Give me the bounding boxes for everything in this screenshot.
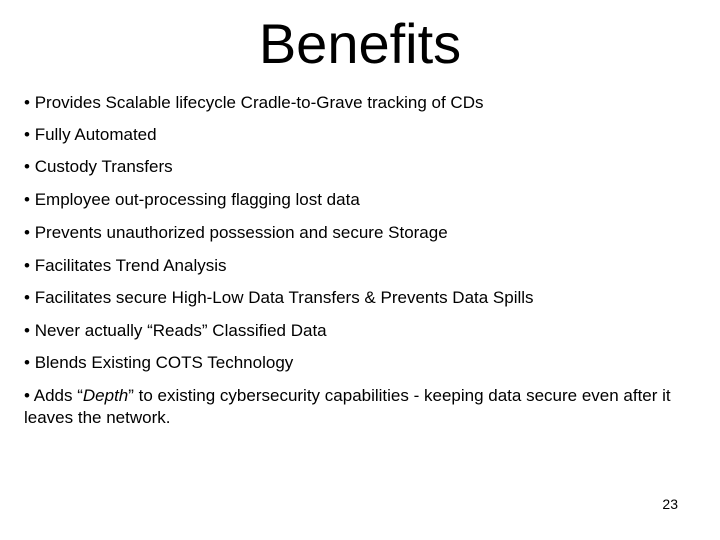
slide-title: Benefits (258, 12, 462, 75)
bullet-item: • Blends Existing COTS Technology (24, 352, 694, 374)
bullet-item: • Employee out-processing flagging lost … (24, 189, 694, 211)
bullet-text: Custody Transfers (34, 157, 173, 176)
bullet-dot-icon: • (24, 321, 30, 340)
bullet-item: • Fully Automated (24, 124, 694, 146)
bullet-item: • Provides Scalable lifecycle Cradle-to-… (24, 92, 694, 114)
bullet-dot-icon: • (24, 288, 30, 307)
bullet-item: • Adds “Depth” to existing cybersecurity… (24, 385, 694, 429)
bullet-item: • Custody Transfers (24, 156, 694, 178)
bullet-text: Facilitates secure High-Low Data Transfe… (34, 288, 534, 307)
bullet-dot-icon: • (24, 386, 30, 405)
bullet-dot-icon: • (24, 190, 30, 209)
bullet-item: • Prevents unauthorized possession and s… (24, 222, 694, 244)
bullet-dot-icon: • (24, 125, 30, 144)
bullet-text: Facilitates Trend Analysis (34, 256, 227, 275)
bullet-item: • Never actually “Reads” Classified Data (24, 320, 694, 342)
bullet-text: Never actually “Reads” Classified Data (34, 321, 327, 340)
bullet-text-emphasis: Depth (82, 386, 129, 405)
bullet-dot-icon: • (24, 353, 30, 372)
bullet-text: Employee out-processing flagging lost da… (34, 190, 360, 209)
page-number: 23 (662, 496, 678, 512)
bullet-dot-icon: • (24, 93, 30, 112)
bullet-item: • Facilitates Trend Analysis (24, 255, 694, 277)
bullet-dot-icon: • (24, 157, 30, 176)
bullet-dot-icon: • (24, 256, 30, 275)
bullet-dot-icon: • (24, 223, 30, 242)
bullet-text-prefix: Adds “ (33, 386, 83, 405)
bullet-text: Prevents unauthorized possession and sec… (34, 223, 448, 242)
bullet-item: • Facilitates secure High-Low Data Trans… (24, 287, 694, 309)
bullet-text: Provides Scalable lifecycle Cradle-to-Gr… (34, 93, 484, 112)
bullet-text: Fully Automated (34, 125, 157, 144)
bullet-text: Blends Existing COTS Technology (34, 353, 294, 372)
